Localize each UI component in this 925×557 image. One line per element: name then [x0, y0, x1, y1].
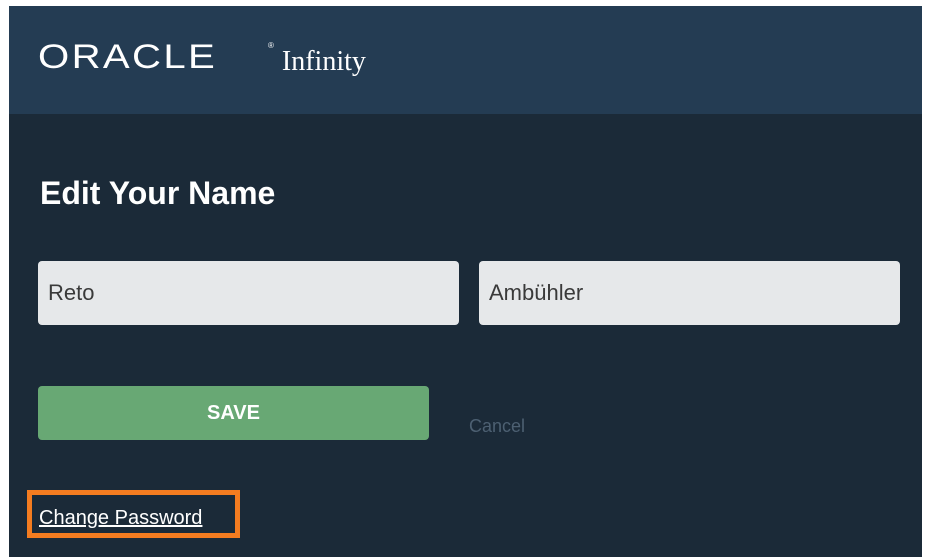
oracle-infinity-logo: ORACLE ® Infinity: [38, 40, 366, 76]
save-button[interactable]: SAVE: [38, 386, 429, 440]
header-bar: ORACLE ® Infinity: [9, 6, 922, 114]
first-name-field[interactable]: [38, 261, 459, 325]
app-window: ORACLE ® Infinity Edit Your Name SAVE Ca…: [9, 6, 922, 557]
change-password-link[interactable]: Change Password: [39, 506, 202, 530]
last-name-field[interactable]: [479, 261, 900, 325]
cancel-link[interactable]: Cancel: [469, 415, 525, 437]
page-title: Edit Your Name: [40, 175, 276, 211]
logo-brand-text: ORACLE: [38, 38, 218, 76]
